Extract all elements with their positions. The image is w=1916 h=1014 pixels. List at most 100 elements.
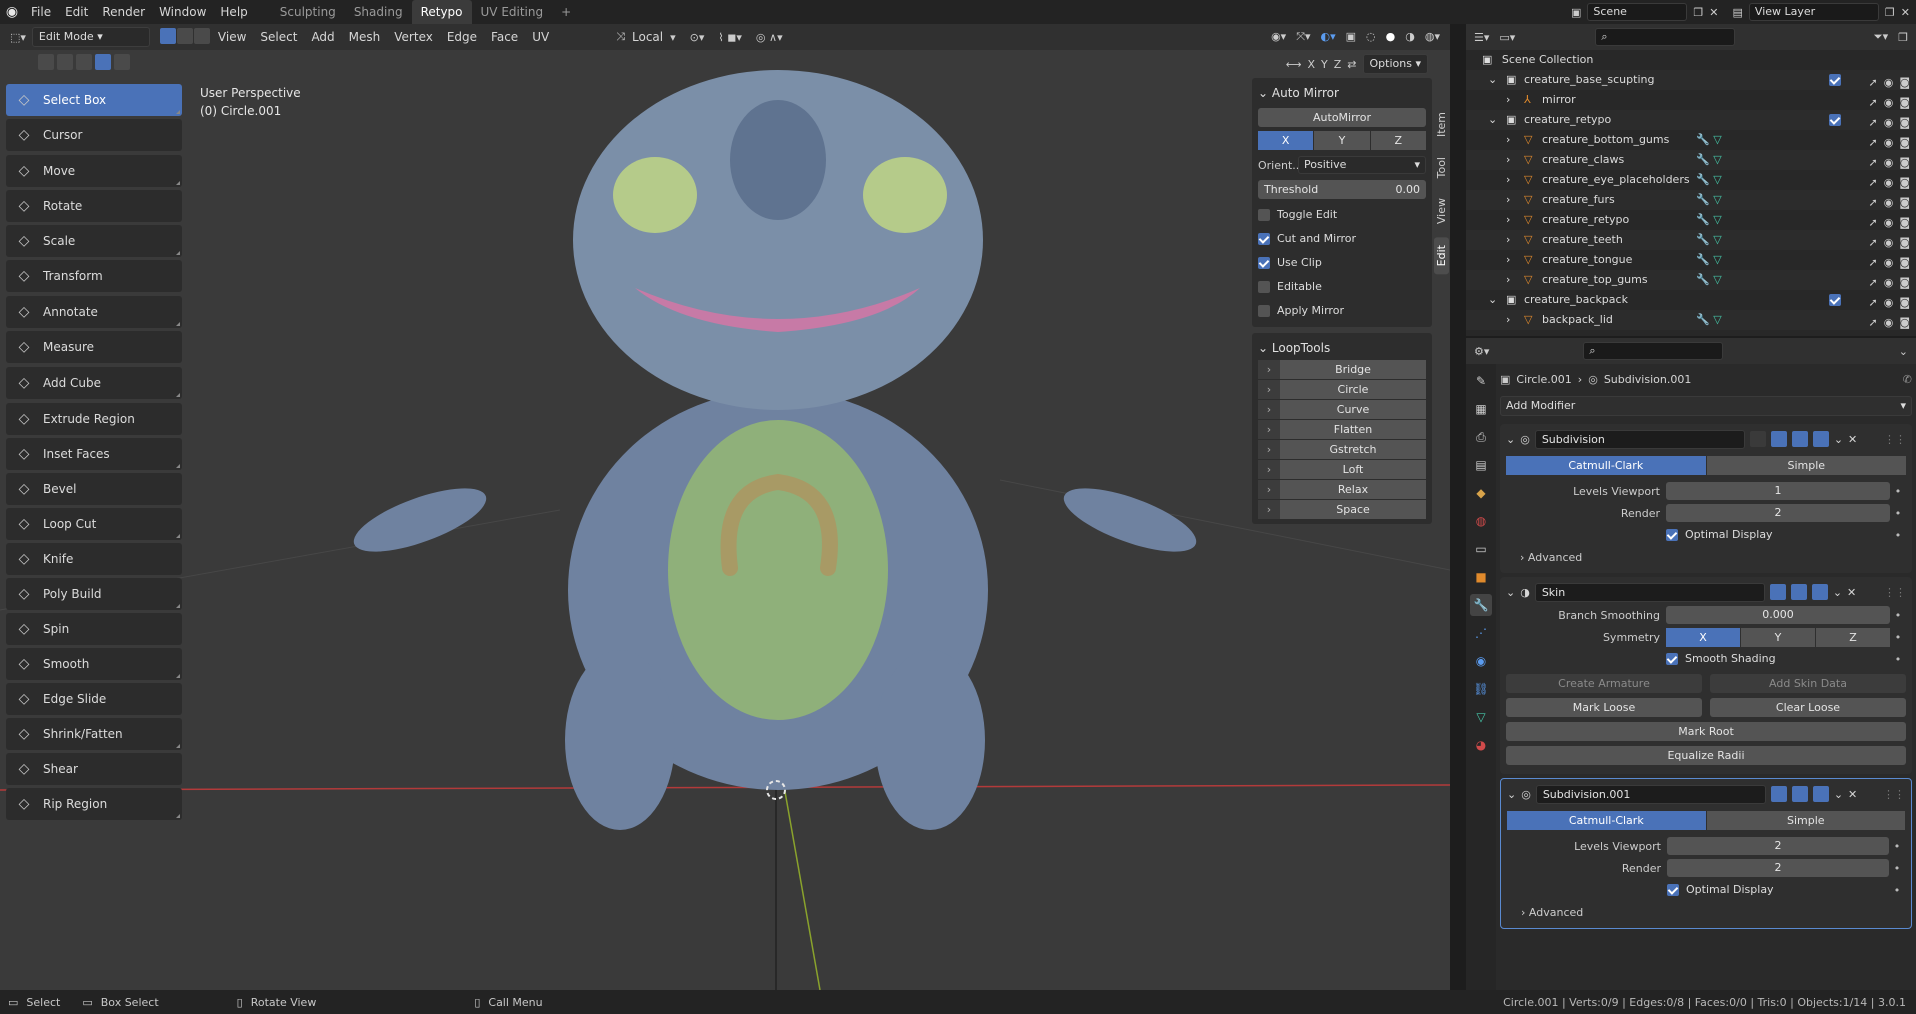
outliner-row-mesh[interactable]: › ▽ creature_tongue 🔧 ▽ ➚ ◉ ◙ — [1466, 250, 1916, 270]
expand-chevron-icon[interactable]: › — [1258, 440, 1280, 459]
add-modifier-dropdown[interactable]: Add Modifier ▾ — [1500, 396, 1912, 416]
outliner-row-mesh[interactable]: › ▽ backpack_lid 🔧 ▽ ➚ ◉ ◙ — [1466, 310, 1916, 330]
looptools-flatten-button[interactable]: Flatten — [1280, 420, 1426, 439]
tool-spin[interactable]: ◇ Spin — [6, 613, 182, 645]
looptools-header[interactable]: ⌄ LoopTools — [1258, 337, 1426, 359]
modifier-and-mesh-data-icon[interactable]: 🔧 ▽ — [1696, 230, 1722, 250]
tool-scale[interactable]: ◇ Scale — [6, 225, 182, 257]
tool-smooth[interactable]: ◇ Smooth — [6, 648, 182, 680]
tool-shrink-fatten[interactable]: ◇ Shrink/Fatten — [6, 718, 182, 750]
proportional-edit-icon[interactable]: ◎ ∧▾ — [756, 31, 783, 44]
eye-icon[interactable]: ◉ — [1884, 313, 1894, 333]
physics-tab-icon[interactable]: ◉ — [1470, 650, 1492, 672]
advanced-subpanel-header[interactable]: › Advanced — [1506, 547, 1906, 569]
render-toggle-icon[interactable] — [1812, 431, 1829, 447]
tool-add-cube[interactable]: ◇ Add Cube — [6, 367, 182, 399]
expand-chevron-icon[interactable]: › — [1258, 400, 1280, 419]
gizmo-icon[interactable]: ⤧▾ — [1296, 30, 1310, 44]
blender-logo-icon[interactable]: ◉ — [0, 4, 24, 20]
expand-chevron-icon[interactable]: › — [1506, 90, 1510, 110]
tool-transform[interactable]: ◇ Transform — [6, 260, 182, 292]
pin-icon[interactable]: ✆ — [1903, 373, 1912, 386]
chevron-down-icon[interactable]: ⌄ — [1833, 586, 1842, 599]
checkbox-cut-and-mirror[interactable]: Cut and Mirror — [1258, 227, 1426, 251]
on-cage-icon[interactable] — [1749, 431, 1766, 447]
output-tab-icon[interactable]: ⎙ — [1470, 426, 1492, 448]
tool-edge-slide[interactable]: ◇ Edge Slide — [6, 683, 182, 715]
expand-chevron-icon[interactable]: › — [1506, 210, 1510, 230]
scene-close-icon[interactable]: ✕ — [1709, 6, 1718, 19]
expand-chevron-icon[interactable]: › — [1506, 230, 1510, 250]
close-icon[interactable]: ✕ — [1848, 433, 1857, 446]
collection-tab-icon[interactable]: ▭ — [1470, 538, 1492, 560]
menu-mesh[interactable]: Mesh — [342, 30, 388, 44]
expand-chevron-icon[interactable]: › — [1258, 360, 1280, 379]
expand-chevron-icon[interactable]: › — [1258, 380, 1280, 399]
tool-inset-faces[interactable]: ◇ Inset Faces — [6, 438, 182, 470]
modifier-and-mesh-data-icon[interactable]: 🔧 ▽ — [1696, 250, 1722, 270]
outliner-row-mesh[interactable]: › ▽ creature_eye_placeholders 🔧 ▽ ➚ ◉ ◙ — [1466, 170, 1916, 190]
visibility-icon[interactable]: ◉▾ — [1271, 30, 1286, 44]
render-levels-field[interactable]: 2 — [1666, 504, 1890, 522]
levels-viewport-field[interactable]: 2 — [1667, 837, 1889, 855]
workspace-tab-shading[interactable]: Shading — [345, 0, 412, 24]
modifier-tab-icon[interactable]: 🔧 — [1470, 594, 1492, 616]
expand-chevron-icon[interactable]: › — [1506, 190, 1510, 210]
sidebar-tab-edit[interactable]: Edit — [1434, 236, 1449, 274]
drag-handle-icon[interactable]: ⋮⋮ — [1883, 788, 1905, 801]
menu-edge[interactable]: Edge — [440, 30, 484, 44]
viewport-toggle-icon[interactable] — [1790, 584, 1807, 600]
expand-chevron-icon[interactable]: › — [1506, 310, 1510, 330]
collapse-chevron-icon[interactable]: ⌄ — [1506, 586, 1515, 599]
outliner-row-collection[interactable]: ⌄ ▣ creature_retypo ➚ ◉ ◙ — [1466, 110, 1916, 130]
equalize-radii-button[interactable]: Equalize Radii — [1506, 746, 1906, 765]
expand-chevron-icon[interactable]: ⌄ — [1488, 290, 1497, 310]
symmetry-axis-y[interactable]: Y — [1741, 627, 1815, 647]
chevron-down-icon[interactable]: ⌄ — [1834, 433, 1843, 446]
optimal-display-checkbox[interactable]: Optimal Display — [1666, 523, 1890, 547]
looptools-bridge-button[interactable]: Bridge — [1280, 360, 1426, 379]
drag-handle-icon[interactable]: ⋮⋮ — [1884, 433, 1906, 446]
looptools-space-button[interactable]: Space — [1280, 500, 1426, 519]
scene-collection-row[interactable]: ▣ Scene Collection — [1466, 50, 1916, 70]
view-layer-tab-icon[interactable]: ▤ — [1470, 454, 1492, 476]
workspace-tab-uv-editing[interactable]: UV Editing — [472, 0, 553, 24]
menu-add[interactable]: Add — [304, 30, 341, 44]
workspace-tab-sculpting[interactable]: Sculpting — [271, 0, 345, 24]
orientation-selector[interactable]: Local — [625, 30, 670, 44]
close-icon[interactable]: ✕ — [1848, 788, 1857, 801]
render-levels-field[interactable]: 2 — [1667, 859, 1889, 877]
threshold-field[interactable]: Threshold 0.00 — [1258, 180, 1426, 199]
automirror-axis-y[interactable]: Y — [1314, 131, 1370, 150]
looptools-circle-button[interactable]: Circle — [1280, 380, 1426, 399]
face-select-mode-icon[interactable] — [193, 27, 210, 44]
data-tab-icon[interactable]: ▽ — [1470, 706, 1492, 728]
modifier-name-field[interactable]: Subdivision.001 — [1535, 784, 1766, 804]
collapse-chevron-icon[interactable]: ⌄ — [1506, 433, 1515, 446]
simple-button[interactable]: Simple — [1706, 456, 1906, 475]
checkbox-editable[interactable]: Editable — [1258, 275, 1426, 299]
scene-tab-icon[interactable]: ◆ — [1470, 482, 1492, 504]
expand-chevron-icon[interactable]: ⌄ — [1488, 70, 1497, 90]
tool-loop-cut[interactable]: ◇ Loop Cut — [6, 508, 182, 540]
outliner-row-mesh[interactable]: › ▽ creature_bottom_gums 🔧 ▽ ➚ ◉ ◙ — [1466, 130, 1916, 150]
outliner-row-mesh[interactable]: › ▽ creature_furs 🔧 ▽ ➚ ◉ ◙ — [1466, 190, 1916, 210]
workspace-tab-retypo[interactable]: Retypo — [411, 0, 472, 24]
advanced-subpanel-header[interactable]: › Advanced — [1507, 902, 1905, 924]
smooth-shading-checkbox[interactable]: Smooth Shading — [1666, 647, 1890, 671]
add-skin-data-button[interactable]: Add Skin Data — [1710, 674, 1906, 693]
chevron-down-icon[interactable]: ⌄ — [1834, 788, 1843, 801]
render-toggle-icon[interactable] — [1811, 584, 1828, 600]
modifier-and-mesh-data-icon[interactable]: 🔧 ▽ — [1696, 170, 1722, 190]
outliner-row-mesh[interactable]: › ▽ creature_claws 🔧 ▽ ➚ ◉ ◙ — [1466, 150, 1916, 170]
create-armature-button[interactable]: Create Armature — [1506, 674, 1702, 693]
scene-selector[interactable]: Scene — [1587, 3, 1688, 21]
expand-chevron-icon[interactable]: › — [1258, 500, 1280, 519]
tool-extrude-region[interactable]: ◇ Extrude Region — [6, 403, 182, 435]
outliner-search-input[interactable]: ⌕ — [1595, 28, 1736, 46]
properties-search-input[interactable]: ⌕ — [1583, 342, 1724, 360]
edit-mode-toggle-icon[interactable] — [1770, 786, 1787, 802]
expand-chevron-icon[interactable]: › — [1506, 150, 1510, 170]
checkbox-toggle-edit[interactable]: Toggle Edit — [1258, 203, 1426, 227]
outliner-row-mesh[interactable]: › ▽ creature_retypo 🔧 ▽ ➚ ◉ ◙ — [1466, 210, 1916, 230]
